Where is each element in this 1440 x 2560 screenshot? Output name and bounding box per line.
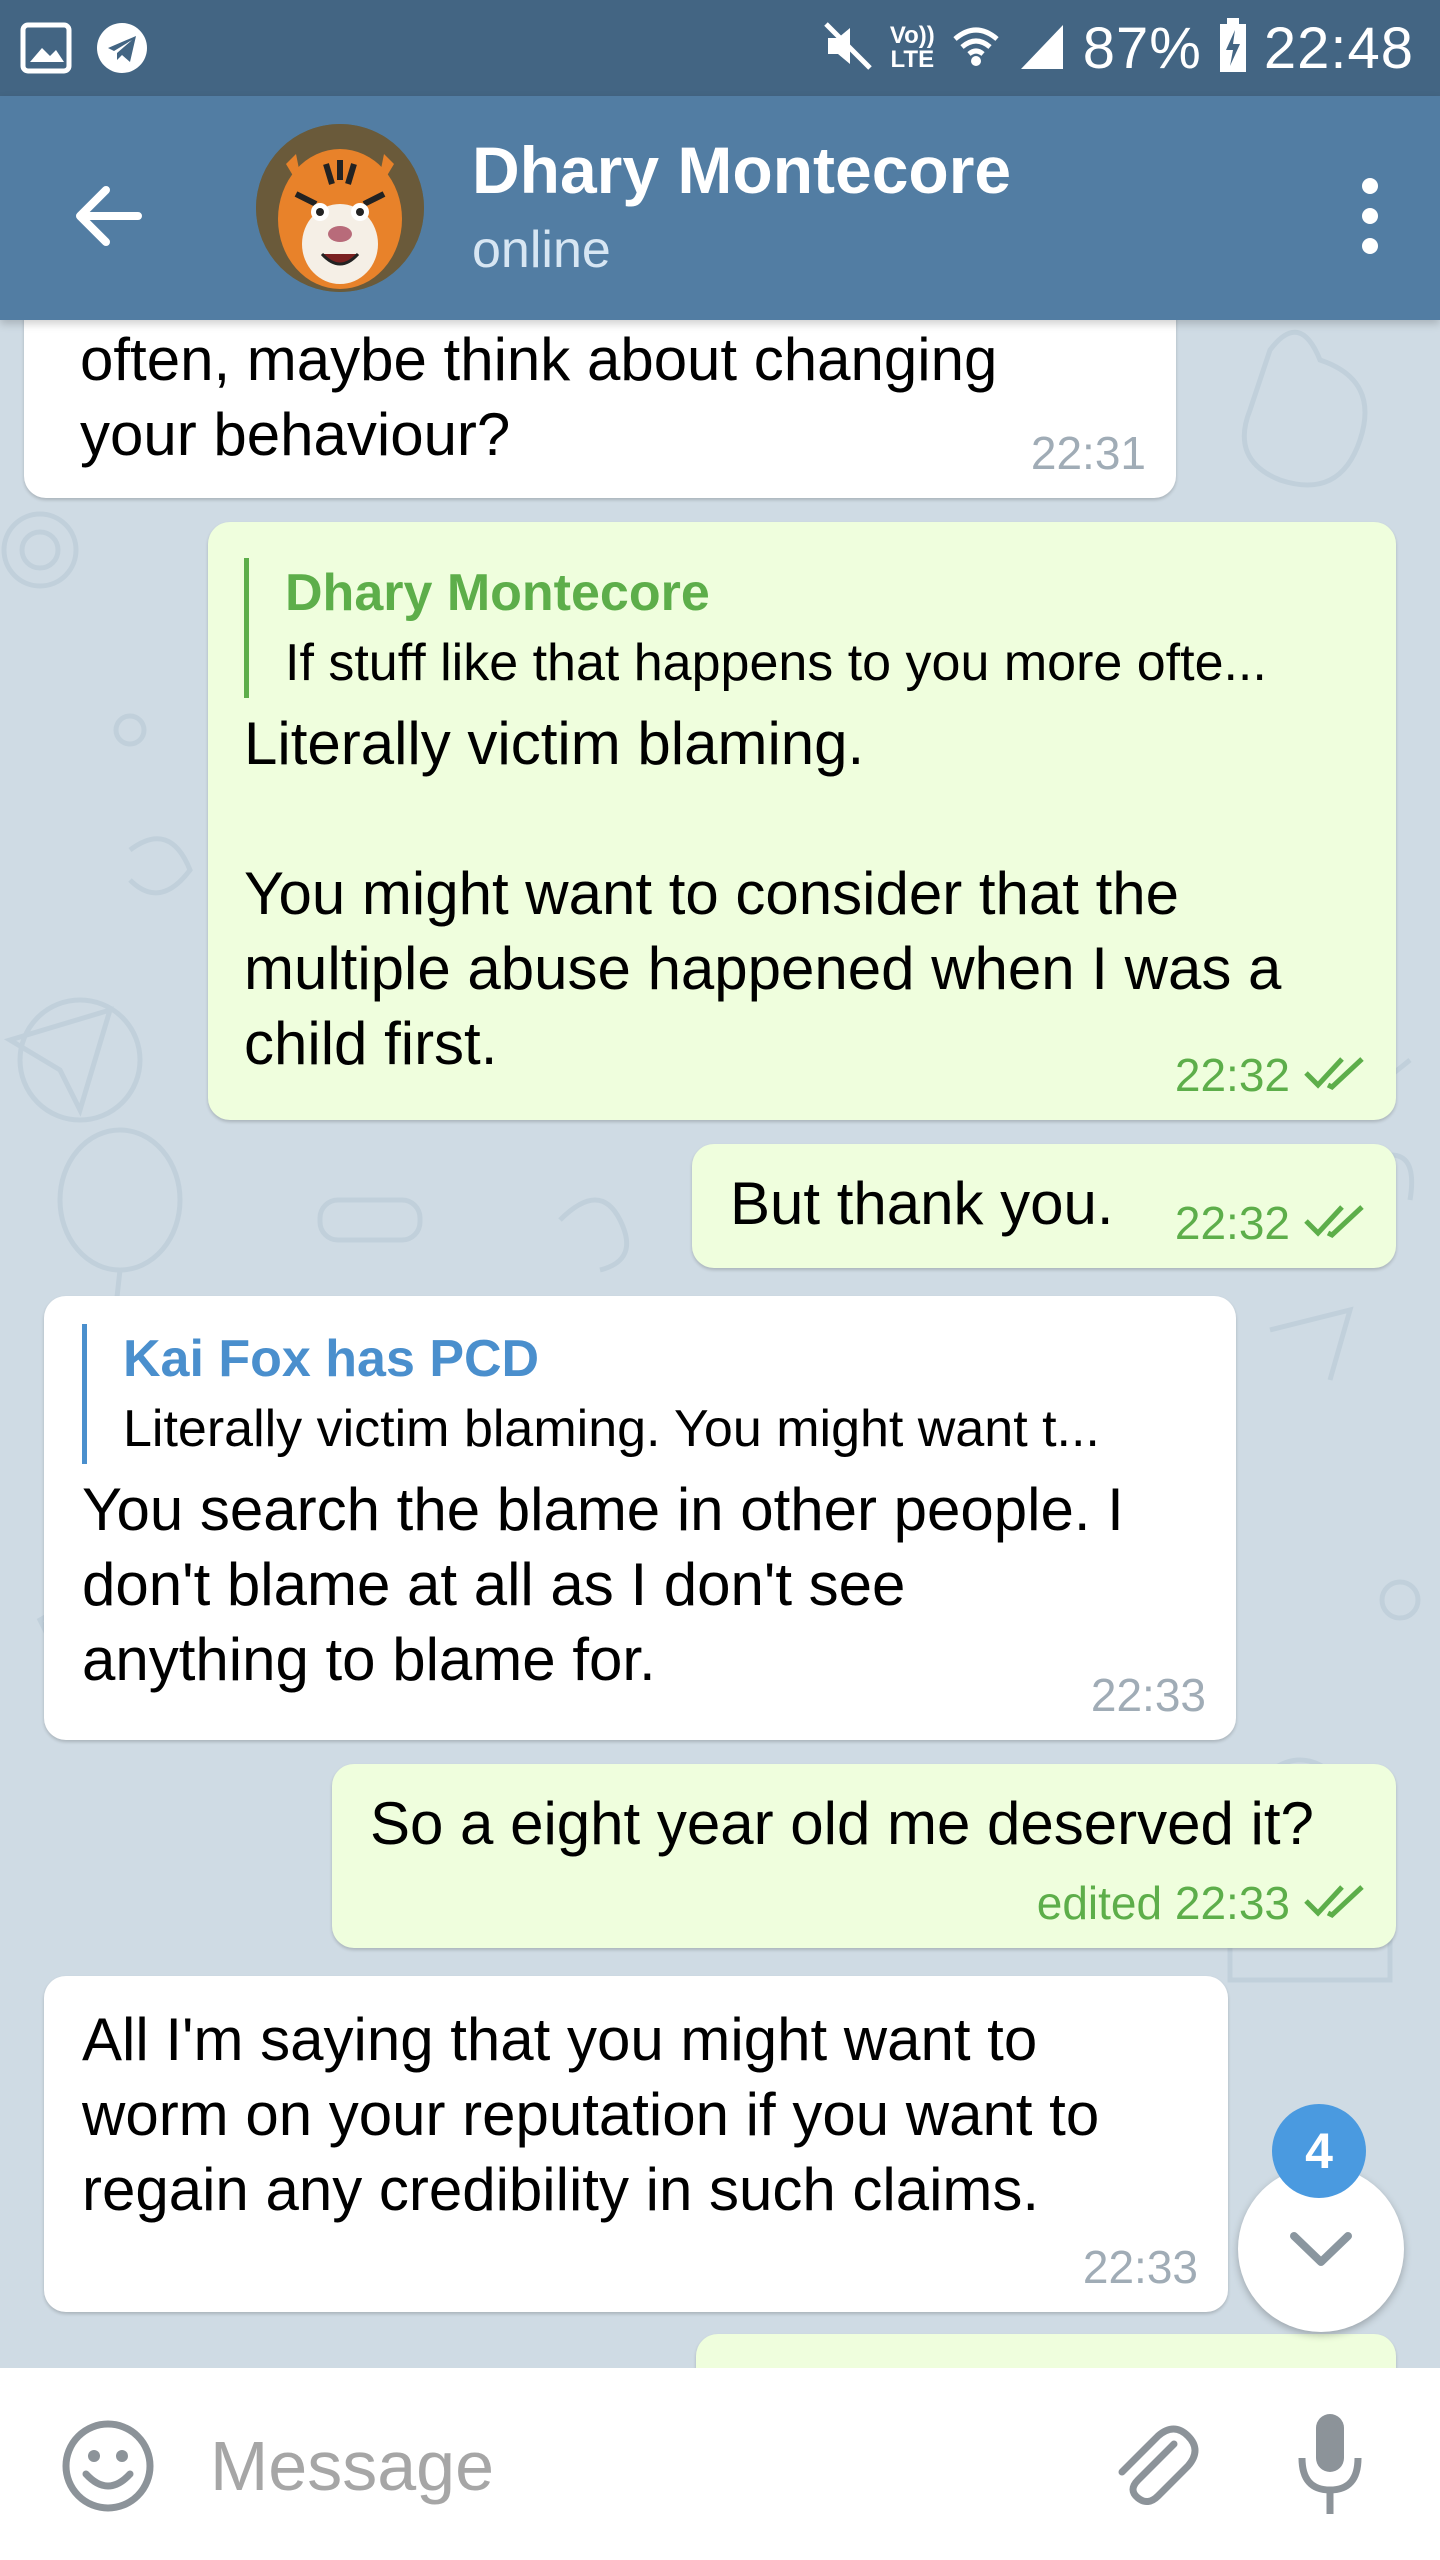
more-options-button[interactable] [1330,166,1410,266]
message-meta: 22:32 [1175,1048,1366,1102]
double-check-icon [1304,1196,1366,1250]
back-arrow-icon [76,186,142,246]
message-outgoing[interactable]: Dhary Montecore If stuff like that happe… [208,522,1396,1120]
battery-charging-icon [1218,17,1248,79]
message-outgoing-partial[interactable] [696,2334,1396,2368]
back-button[interactable] [60,166,160,266]
message-meta: 22:32 [1175,1196,1366,1250]
message-text: All I'm saying that you might want to wo… [82,2006,1100,2223]
message-time: edited 22:33 [1036,1877,1290,1929]
voice-message-button[interactable] [1290,2410,1370,2525]
message-outgoing[interactable]: So a eight year old me deserved it? edit… [332,1764,1396,1948]
tiger-avatar-icon [256,124,424,292]
mute-icon [822,20,874,77]
message-incoming[interactable]: often, maybe think about changing your b… [24,320,1176,498]
message-text: Literally victim blaming. You might want… [244,710,1282,1077]
message-input[interactable] [208,2420,1072,2512]
clock: 22:48 [1263,15,1414,81]
message-meta: 22:33 [1083,2240,1198,2294]
reply-quote[interactable]: Dhary Montecore If stuff like that happe… [244,558,1366,698]
double-check-icon [1304,1048,1366,1102]
reply-author: Dhary Montecore [285,564,710,622]
message-time: 22:32 [1174,1197,1290,1249]
message-text: So a eight year old me deserved it? [370,1790,1314,1857]
message-list[interactable]: often, maybe think about changing your b… [0,320,1440,2368]
gallery-notification-icon [20,22,72,79]
message-incoming[interactable]: All I'm saying that you might want to wo… [44,1976,1228,2312]
chat-header: Dhary Montecore online [0,96,1440,320]
reply-snippet: If stuff like that happens to you more o… [285,634,1267,692]
message-text: You search the blame in other people. I … [82,1476,1124,1693]
status-bar: Vo)) LTE 87% 22:48 [0,0,1440,96]
message-input-bar [0,2368,1440,2560]
battery-percent: 87% [1082,15,1202,81]
message-outgoing[interactable]: But thank you. 22:32 [692,1144,1396,1268]
telegram-notification-icon [96,22,148,79]
emoji-icon [62,2420,154,2512]
message-time: 22:31 [1030,427,1146,479]
reply-quote[interactable]: Kai Fox has PCD Literally victim blaming… [82,1324,1206,1464]
message-time: 22:33 [1082,2241,1198,2293]
wifi-icon [951,21,1001,76]
message-meta: 22:33 [1091,1668,1206,1722]
message-time: 22:32 [1174,1049,1290,1101]
emoji-button[interactable] [60,2418,156,2519]
more-vertical-icon [1362,178,1378,254]
message-meta: edited 22:33 [1037,1876,1366,1930]
message-text: often, maybe think about changing your b… [80,326,998,468]
microphone-icon [1298,2414,1362,2514]
reply-snippet: Literally victim blaming. You might want… [123,1400,1100,1458]
attach-button[interactable] [1104,2414,1204,2519]
network-type-indicator: Vo)) LTE [889,22,935,73]
unread-count-badge: 4 [1272,2104,1366,2198]
avatar[interactable] [256,124,424,292]
message-incoming[interactable]: Kai Fox has PCD Literally victim blaming… [44,1296,1236,1740]
chat-title[interactable]: Dhary Montecore [472,132,1011,208]
message-meta: 22:31 [1031,426,1146,480]
double-check-icon [1304,1876,1366,1930]
message-time: 22:33 [1090,1669,1206,1721]
reply-author: Kai Fox has PCD [123,1330,540,1388]
signal-icon [1017,21,1067,76]
chat-status: online [472,221,611,279]
paperclip-icon [1118,2425,1199,2505]
